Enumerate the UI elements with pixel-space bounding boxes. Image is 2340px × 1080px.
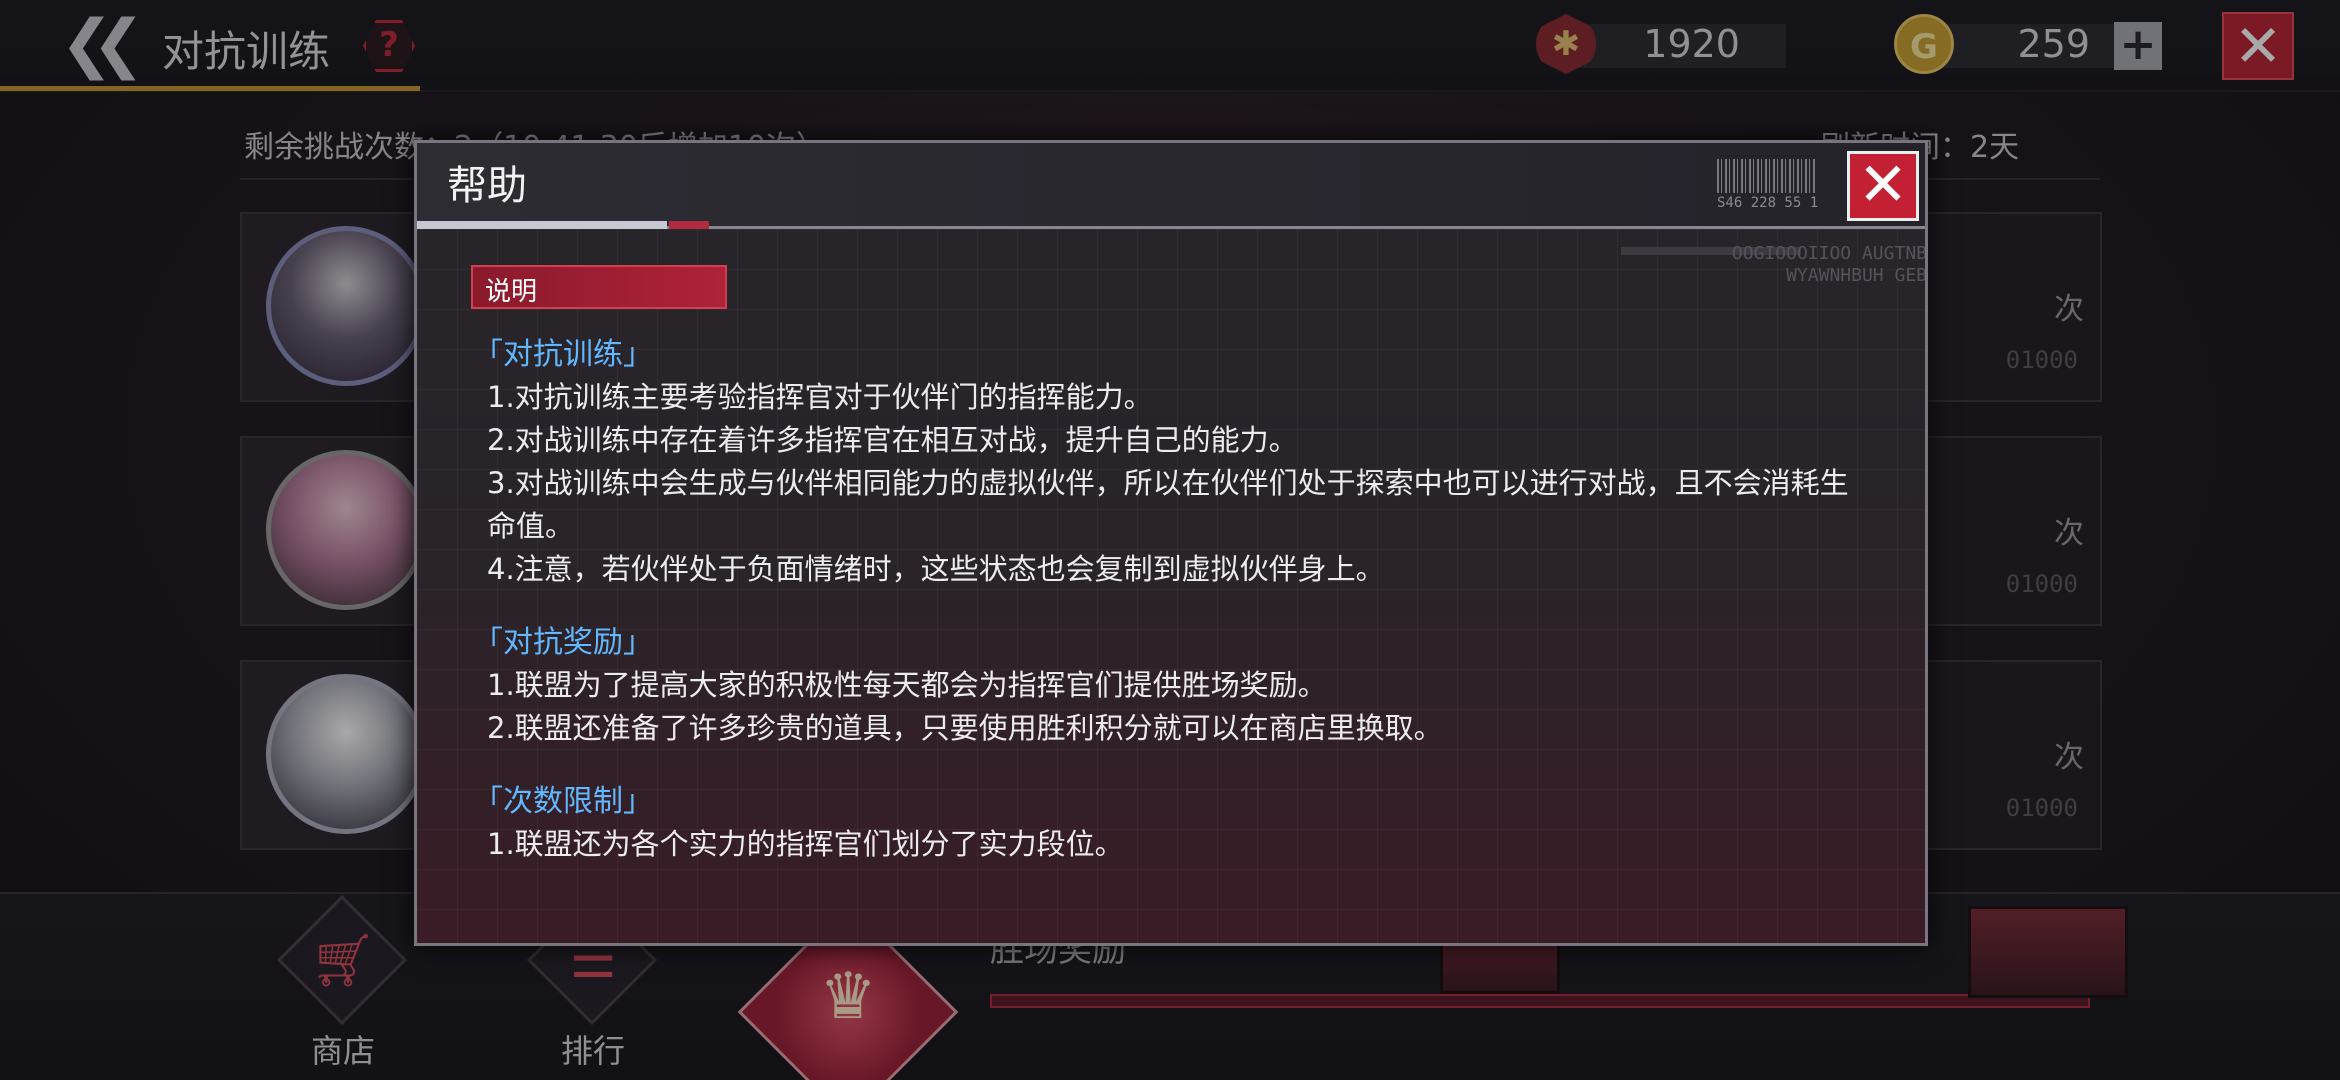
barcode-text: S46 228 55 1: [1717, 195, 1819, 211]
help-item: 4.注意，若伙伴处于负面情绪时，这些状态也会复制到虚拟伙伴身上。: [487, 552, 1385, 586]
help-section: 「次数限制」 1.联盟还为各个实力的指挥官们划分了实力段位。: [473, 780, 1873, 866]
section-title: 「对抗奖励」: [473, 625, 653, 660]
dialog-header: 帮助 S46 228 55 1 ✕: [417, 143, 1925, 229]
help-item: 3.对战训练中会生成与伙伴相同能力的虚拟伙伴，所以在伙伴们处于探索中也可以进行对…: [487, 466, 1849, 543]
close-icon: ✕: [1857, 150, 1909, 220]
barcode-decoration: [1717, 159, 1817, 193]
help-dialog: 帮助 S46 228 55 1 ✕ OOGIOOOIIOO AUGTNB WYA…: [414, 140, 1928, 946]
help-item: 1.联盟还为各个实力的指挥官们划分了实力段位。: [487, 827, 1124, 861]
header-accent: [417, 221, 667, 229]
help-section: 「对抗奖励」 1.联盟为了提高大家的积极性每天都会为指挥官们提供胜场奖励。 2.…: [473, 621, 1873, 750]
section-title: 「次数限制」: [473, 784, 653, 819]
help-item: 2.对战训练中存在着许多指挥官在相互对战，提升自己的能力。: [487, 423, 1298, 457]
tab-label: 说明: [485, 277, 538, 307]
deco-text: OOGIOOOIIOO AUGTNB WYAWNHBUH GEB: [1731, 243, 1927, 286]
explanation-tab: 说明: [471, 265, 727, 309]
dialog-close-button[interactable]: ✕: [1847, 151, 1919, 221]
help-section: 「对抗训练」 1.对抗训练主要考验指挥官对于伙伴门的指挥能力。 2.对战训练中存…: [473, 333, 1873, 591]
help-item: 2.联盟还准备了许多珍贵的道具，只要使用胜利积分就可以在商店里换取。: [487, 711, 1443, 745]
header-accent: [669, 221, 709, 229]
help-content: 「对抗训练」 1.对抗训练主要考验指挥官对于伙伴门的指挥能力。 2.对战训练中存…: [473, 333, 1873, 896]
dialog-title: 帮助: [447, 163, 527, 209]
help-item: 1.联盟为了提高大家的积极性每天都会为指挥官们提供胜场奖励。: [487, 668, 1327, 702]
section-title: 「对抗训练」: [473, 337, 653, 372]
help-item: 1.对抗训练主要考验指挥官对于伙伴门的指挥能力。: [487, 380, 1153, 414]
